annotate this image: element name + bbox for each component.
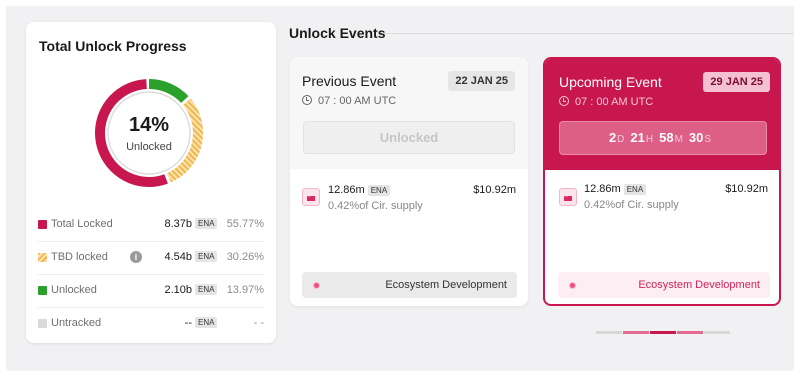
pager-dot[interactable] xyxy=(596,331,622,334)
usd-value: $10.92m xyxy=(473,184,516,196)
amount-value: 12.86m xyxy=(584,183,621,195)
token-chip: ENA xyxy=(623,184,647,195)
legend-row-untracked: Untracked -- ENA - - xyxy=(38,308,264,341)
event-date-badge: 22 JAN 25 xyxy=(448,71,515,91)
event-title: Previous Event xyxy=(302,73,397,89)
donut-center: 14% Unlocked xyxy=(93,77,205,189)
category-tag[interactable]: Ecosystem Development xyxy=(558,272,770,298)
progress-title: Total Unlock Progress xyxy=(39,38,187,54)
legend-name: Unlocked xyxy=(51,284,97,296)
countdown-days: 2 xyxy=(608,130,617,145)
legend-swatch xyxy=(38,319,47,328)
legend-value: 4.54b xyxy=(164,251,192,263)
legend-percent: 30.26% xyxy=(226,251,264,263)
unlock-amount-icon xyxy=(559,188,577,206)
category-label: Ecosystem Development xyxy=(638,279,760,291)
countdown-minutes: 58 xyxy=(659,130,674,145)
unlock-progress-card: Total Unlock Progress 14% Unlocked Total… xyxy=(26,22,276,343)
countdown-seconds-unit: S xyxy=(704,134,712,145)
pager-dot[interactable] xyxy=(650,331,676,334)
event-time-text: 07 : 00 AM UTC xyxy=(575,96,654,108)
unlocked-label: Unlocked xyxy=(126,140,172,153)
legend-swatch xyxy=(38,286,47,295)
legend-row-unlocked: Unlocked 2.10b ENA 13.97% xyxy=(38,275,264,308)
previous-event-card[interactable]: Previous Event 22 JAN 25 07 : 00 AM UTC … xyxy=(290,57,528,306)
legend-name: Total Locked xyxy=(51,218,113,230)
unlock-amount: 12.86m ENA xyxy=(328,184,391,196)
countdown-timer: 2D 21H 58M 30S xyxy=(559,121,767,155)
legend-percent: 55.77% xyxy=(226,218,264,230)
event-date-badge: 29 JAN 25 xyxy=(703,72,770,92)
legend-percent: 13.97% xyxy=(226,284,264,296)
legend-value: 8.37b xyxy=(164,218,192,230)
unlocked-button[interactable]: Unlocked xyxy=(303,121,515,154)
event-time: 07 : 00 AM UTC xyxy=(302,95,396,107)
unlock-legend: Total Locked 8.37b ENA 55.77% TBD locked… xyxy=(38,209,264,341)
countdown-hours-unit: H xyxy=(645,134,654,145)
legend-swatch xyxy=(38,253,47,262)
supply-share: 0.42%of Cir. supply xyxy=(584,199,679,211)
event-title: Upcoming Event xyxy=(559,74,662,90)
legend-row-total-locked: Total Locked 8.37b ENA 55.77% xyxy=(38,209,264,242)
clock-icon xyxy=(559,96,569,106)
countdown-minutes-unit: M xyxy=(674,134,683,145)
unlocked-percent: 14% xyxy=(128,113,170,136)
token-chip: ENA xyxy=(195,251,218,262)
pager-dot[interactable] xyxy=(623,331,649,334)
category-dot-icon xyxy=(569,282,576,289)
category-dot-icon xyxy=(313,282,320,289)
supply-share: 0.42%of Cir. supply xyxy=(328,200,423,212)
token-chip: ENA xyxy=(367,185,391,196)
countdown-days-unit: D xyxy=(617,134,625,145)
legend-percent: - - xyxy=(253,317,264,329)
usd-value: $10.92m xyxy=(725,183,768,195)
amount-value: 12.86m xyxy=(328,184,365,196)
event-time-text: 07 : 00 AM UTC xyxy=(318,95,397,107)
token-chip: ENA xyxy=(195,317,218,328)
pager-dot[interactable] xyxy=(677,331,703,334)
unlock-amount-icon xyxy=(302,188,320,206)
legend-name: TBD locked xyxy=(51,251,108,263)
event-time: 07 : 00 AM UTC xyxy=(559,96,653,108)
unlock-amount: 12.86m ENA xyxy=(584,183,647,195)
legend-row-tbd-locked: TBD locked i 4.54b ENA 30.26% xyxy=(38,242,264,275)
legend-swatch xyxy=(38,220,47,229)
token-chip: ENA xyxy=(195,284,218,295)
legend-value: -- xyxy=(184,317,192,329)
token-chip: ENA xyxy=(195,218,218,229)
countdown-seconds: 30 xyxy=(688,130,704,145)
upcoming-event-card[interactable]: Upcoming Event 29 JAN 25 07 : 00 AM UTC … xyxy=(543,57,781,306)
section-title: Unlock Events xyxy=(289,25,386,41)
clock-icon xyxy=(302,95,312,105)
legend-value: 2.10b xyxy=(164,284,192,296)
category-tag[interactable]: Ecosystem Development xyxy=(302,272,517,298)
countdown-hours: 21 xyxy=(630,130,645,145)
category-label: Ecosystem Development xyxy=(385,279,507,291)
info-icon[interactable]: i xyxy=(130,251,142,263)
section-divider xyxy=(384,33,794,34)
legend-name: Untracked xyxy=(51,317,102,329)
pager-dot[interactable] xyxy=(704,331,730,334)
